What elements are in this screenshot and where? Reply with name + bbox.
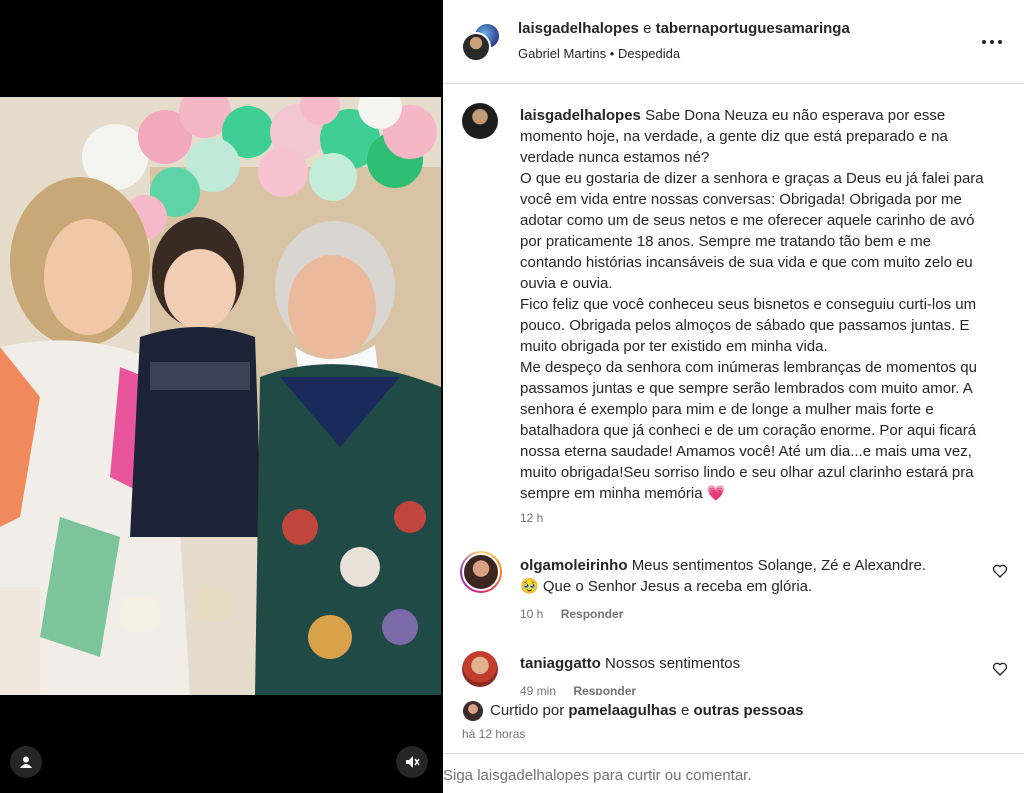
heart-emoji: 💗 xyxy=(706,485,726,502)
comment-text: taniaggatto Nossos sentimentos xyxy=(520,653,960,674)
owners-conjunction: e xyxy=(643,20,652,37)
comment-body: Meus sentimentos Solange, Zé e Alexandre… xyxy=(631,557,927,574)
login-prompt-link[interactable]: Siga laisgadelhalopes para curtir ou com… xyxy=(443,767,752,784)
comment-time[interactable]: 10 h xyxy=(520,607,543,621)
more-options-icon xyxy=(982,40,1002,44)
comment-body: Que o Senhor Jesus a receba em glória. xyxy=(542,578,813,595)
comments-list[interactable]: laisgadelhalopes Sabe Dona Neuza eu não … xyxy=(443,85,1024,695)
avatar[interactable] xyxy=(462,651,498,687)
collab-avatars[interactable] xyxy=(461,22,501,62)
user-tag-button[interactable] xyxy=(10,746,42,778)
comment-meta: 10 h Responder xyxy=(520,607,623,621)
likes-text: Curtido por pamelaagulhas e outras pesso… xyxy=(490,702,804,719)
audio-title[interactable]: Despedida xyxy=(618,46,680,61)
likes-summary: Curtido por pamelaagulhas e outras pesso… xyxy=(443,697,1024,727)
more-options-button[interactable] xyxy=(980,30,1004,54)
post-photo[interactable] xyxy=(0,97,441,695)
liker-username-link[interactable]: pamelaagulhas xyxy=(568,702,676,719)
post-owners: laisgadelhalopes e tabernaportuguesamari… xyxy=(518,20,850,37)
heart-outline-icon[interactable] xyxy=(992,661,1008,677)
reply-button[interactable]: Responder xyxy=(573,684,636,695)
avatar[interactable] xyxy=(460,551,502,593)
comment-time[interactable]: 49 min xyxy=(520,684,556,695)
user-tag-icon xyxy=(20,756,32,768)
owner-username-link[interactable]: laisgadelhalopes xyxy=(518,20,639,37)
comment-meta: 49 min Responder xyxy=(520,684,636,695)
caption-time[interactable]: 12 h xyxy=(520,511,543,525)
likes-prefix: Curtido por xyxy=(490,702,565,719)
likes-others-link[interactable]: outras pessoas xyxy=(693,702,803,719)
reply-button[interactable]: Responder xyxy=(561,607,624,621)
caption-paragraph: O que eu gostaria de dizer a senhora e g… xyxy=(520,170,984,292)
caption-paragraph: Me despeço da senhora com inúmeras lembr… xyxy=(520,359,977,502)
post-caption: laisgadelhalopes Sabe Dona Neuza eu não … xyxy=(520,105,990,504)
caption-username-link[interactable]: laisgadelhalopes xyxy=(520,107,641,124)
post-timestamp[interactable]: há 12 horas xyxy=(462,727,525,741)
comment-username-link[interactable]: olgamoleirinho xyxy=(520,557,628,574)
comment-bar: Siga laisgadelhalopes para curtir ou com… xyxy=(443,753,1024,793)
subline-separator: • xyxy=(609,46,615,61)
comment-body: Nossos sentimentos xyxy=(605,655,741,672)
mute-icon xyxy=(406,756,420,768)
comment-username-link[interactable]: taniaggatto xyxy=(520,655,601,672)
comment-text: olgamoleirinho Meus sentimentos Solange,… xyxy=(520,555,960,597)
avatar[interactable] xyxy=(462,103,498,139)
avatar xyxy=(461,32,491,62)
post-subline: Gabriel Martins • Despedida xyxy=(518,46,680,61)
likes-conjunction: e xyxy=(680,702,690,719)
mute-button[interactable] xyxy=(396,746,428,778)
media-pane xyxy=(0,0,441,793)
heart-outline-icon[interactable] xyxy=(992,563,1008,579)
post-header: laisgadelhalopes e tabernaportuguesamari… xyxy=(443,0,1024,84)
comment-emoji: 🥹 xyxy=(520,578,539,595)
caption-paragraph: Fico feliz que você conheceu seus bisnet… xyxy=(520,296,977,355)
owner-username-link[interactable]: tabernaportuguesamaringa xyxy=(656,20,850,37)
post-panel: laisgadelhalopes e tabernaportuguesamari… xyxy=(443,0,1024,793)
audio-author[interactable]: Gabriel Martins xyxy=(518,46,606,61)
avatar[interactable] xyxy=(463,701,483,721)
